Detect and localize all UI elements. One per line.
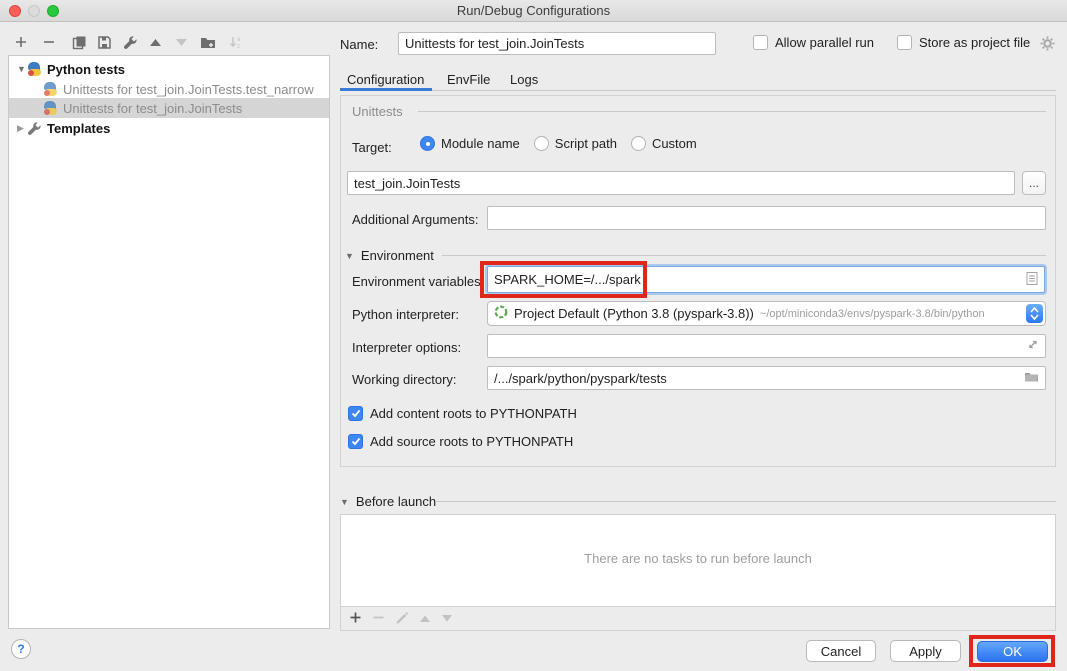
checkbox-checked-icon[interactable] <box>348 434 363 449</box>
expand-arrow-icon[interactable]: ▼ <box>17 64 27 74</box>
before-launch-toolbar <box>340 606 1056 631</box>
name-label: Name: <box>340 37 378 52</box>
add-source-roots-checkbox[interactable]: Add source roots to PYTHONPATH <box>348 434 573 449</box>
environment-variables-value: SPARK_HOME=/.../spark <box>494 272 641 287</box>
store-as-project-file-label: Store as project file <box>919 35 1030 50</box>
save-configuration-icon[interactable] <box>95 33 113 51</box>
apply-button[interactable]: Apply <box>890 640 961 662</box>
radio-custom[interactable]: Custom <box>631 136 697 151</box>
python-test-icon <box>43 82 58 97</box>
radio-icon[interactable] <box>534 136 549 151</box>
edit-task-icon[interactable] <box>395 610 409 627</box>
title-bar: Run/Debug Configurations <box>0 0 1067 22</box>
zoom-window-button[interactable] <box>47 5 59 17</box>
radio-icon[interactable] <box>420 136 435 151</box>
working-directory-input[interactable] <box>487 366 1046 390</box>
expand-field-icon[interactable] <box>1027 339 1039 354</box>
allow-parallel-run-label: Allow parallel run <box>775 35 874 50</box>
minimize-window-button[interactable] <box>28 5 40 17</box>
python-interpreter-select[interactable]: Project Default (Python 3.8 (pyspark-3.8… <box>487 301 1046 326</box>
svg-text:a: a <box>237 37 241 43</box>
svg-text:z: z <box>237 44 240 50</box>
working-directory-label: Working directory: <box>352 372 457 387</box>
move-task-down-icon[interactable] <box>441 611 453 626</box>
tab-logs[interactable]: Logs <box>510 72 538 87</box>
store-as-project-file-checkbox[interactable]: Store as project file <box>897 35 1030 50</box>
window-title: Run/Debug Configurations <box>0 0 1067 21</box>
tree-item-templates[interactable]: ▶ Templates <box>9 118 329 138</box>
environment-collapse-icon[interactable]: ▼ <box>345 251 354 261</box>
tree-item-python-tests[interactable]: ▼ Python tests <box>9 59 329 79</box>
python-interpreter-label: Python interpreter: <box>352 307 459 322</box>
templates-wrench-icon <box>27 121 42 136</box>
remove-task-icon[interactable] <box>372 611 385 627</box>
copy-configuration-icon[interactable] <box>70 33 88 51</box>
python-tests-icon <box>27 62 42 77</box>
move-down-icon[interactable] <box>172 33 190 51</box>
tab-divider <box>340 90 1056 91</box>
cancel-button[interactable]: Cancel <box>806 640 876 662</box>
help-button[interactable]: ? <box>11 639 31 659</box>
conda-environment-icon <box>494 305 508 322</box>
radio-icon[interactable] <box>631 136 646 151</box>
add-task-icon[interactable] <box>349 611 362 627</box>
additional-arguments-input[interactable] <box>487 206 1046 230</box>
python-interpreter-value: Project Default (Python 3.8 (pyspark-3.8… <box>514 306 754 321</box>
target-module-input[interactable] <box>347 171 1015 195</box>
active-tab-underline <box>340 88 432 91</box>
environment-variables-label: Environment variables: <box>352 274 484 289</box>
add-content-roots-label: Add content roots to PYTHONPATH <box>370 406 577 421</box>
before-launch-collapse-icon[interactable]: ▼ <box>340 497 349 507</box>
python-test-icon <box>43 101 58 116</box>
checkbox-icon[interactable] <box>897 35 912 50</box>
new-folder-icon[interactable] <box>199 33 217 51</box>
tab-envfile[interactable]: EnvFile <box>447 72 490 87</box>
unittests-section-title: Unittests <box>352 104 403 119</box>
sort-configurations-icon[interactable]: az <box>227 33 245 51</box>
browse-target-button[interactable]: ... <box>1022 171 1046 195</box>
no-tasks-message: There are no tasks to run before launch <box>341 551 1055 566</box>
add-configuration-icon[interactable] <box>12 33 30 51</box>
environment-variables-input[interactable]: SPARK_HOME=/.../spark <box>487 266 1045 293</box>
dropdown-stepper-icon[interactable] <box>1026 304 1043 323</box>
checkbox-checked-icon[interactable] <box>348 406 363 421</box>
edit-templates-icon[interactable] <box>121 33 139 51</box>
name-input[interactable] <box>398 32 716 55</box>
add-source-roots-label: Add source roots to PYTHONPATH <box>370 434 573 449</box>
collapse-arrow-icon[interactable]: ▶ <box>17 123 27 134</box>
additional-arguments-label: Additional Arguments: <box>352 212 478 227</box>
tree-item-label: Unittests for test_join.JoinTests.test_n… <box>63 82 314 97</box>
close-window-button[interactable] <box>9 5 21 17</box>
radio-label: Custom <box>652 136 697 151</box>
tree-item-label: Templates <box>47 121 110 136</box>
radio-label: Script path <box>555 136 617 151</box>
move-up-icon[interactable] <box>146 33 164 51</box>
interpreter-options-label: Interpreter options: <box>352 340 461 355</box>
edit-variables-icon[interactable] <box>1026 271 1038 288</box>
allow-parallel-run-checkbox[interactable]: Allow parallel run <box>753 35 874 50</box>
checkbox-icon[interactable] <box>753 35 768 50</box>
move-task-up-icon[interactable] <box>419 611 431 626</box>
before-launch-title: Before launch <box>356 494 436 509</box>
tree-item-label: Unittests for test_join.JoinTests <box>63 101 242 116</box>
add-content-roots-checkbox[interactable]: Add content roots to PYTHONPATH <box>348 406 577 421</box>
tree-item-unittests-test-narrow[interactable]: Unittests for test_join.JoinTests.test_n… <box>9 79 329 99</box>
tree-item-unittests-jointests[interactable]: Unittests for test_join.JoinTests <box>9 98 329 118</box>
tab-configuration[interactable]: Configuration <box>347 72 424 87</box>
browse-folder-icon[interactable] <box>1024 371 1039 386</box>
radio-label: Module name <box>441 136 520 151</box>
remove-configuration-icon[interactable] <box>40 33 58 51</box>
configurations-tree: ▼ Python tests Unittests for test_join.J… <box>8 55 330 629</box>
interpreter-options-input[interactable] <box>487 334 1046 358</box>
environment-section-title: Environment <box>361 248 434 263</box>
radio-module-name[interactable]: Module name <box>420 136 520 151</box>
tree-item-label: Python tests <box>47 62 125 77</box>
before-launch-tasks-panel: There are no tasks to run before launch <box>340 514 1056 607</box>
python-interpreter-path: ~/opt/miniconda3/envs/pyspark-3.8/bin/py… <box>760 308 985 320</box>
ok-button[interactable]: OK <box>977 641 1048 662</box>
target-label: Target: <box>352 140 392 155</box>
radio-script-path[interactable]: Script path <box>534 136 617 151</box>
gear-icon[interactable] <box>1040 36 1055 54</box>
